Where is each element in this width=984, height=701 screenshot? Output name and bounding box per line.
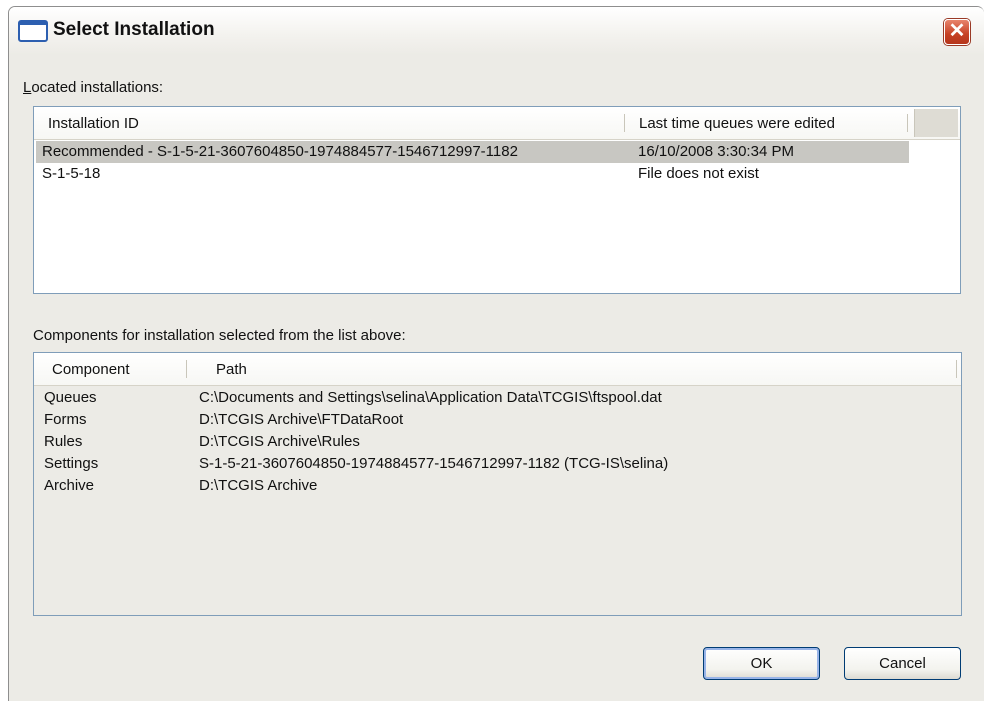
component-row[interactable]: Rules D:\TCGIS Archive\Rules [36,431,956,453]
component-row[interactable]: Forms D:\TCGIS Archive\FTDataRoot [36,409,956,431]
component-row[interactable]: Settings S-1-5-21-3607604850-1974884577-… [36,453,956,475]
component-name-cell: Forms [44,411,87,428]
installation-row[interactable]: S-1-5-18 File does not exist [36,163,909,185]
column-header-last-edited[interactable]: Last time queues were edited [625,107,907,139]
column-divider[interactable] [956,360,957,378]
header-filler [914,109,958,137]
column-header-component[interactable]: Component [34,353,186,385]
component-name-cell: Settings [44,455,99,472]
components-list-header: Component Path [34,353,961,386]
last-edited-cell: 16/10/2008 3:30:34 PM [638,143,794,160]
components-list[interactable]: Component Path Queues C:\Documents and S… [33,352,962,616]
installations-list[interactable]: Installation ID Last time queues were ed… [33,106,961,294]
installation-row[interactable]: Recommended - S-1-5-21-3607604850-197488… [36,141,909,163]
ok-button[interactable]: OK [703,647,820,680]
component-path-cell: C:\Documents and Settings\selina\Applica… [199,389,662,406]
column-header-path[interactable]: Path [187,353,947,385]
select-installation-dialog: Select Installation ✕ Located installati… [8,6,984,701]
column-divider[interactable] [907,114,908,132]
located-installations-label: Located installations: [23,79,163,96]
last-edited-cell: File does not exist [638,165,759,182]
window-icon [18,20,48,42]
component-name-cell: Rules [44,433,83,450]
title-bar[interactable]: Select Installation ✕ [9,7,984,55]
installation-id-cell: Recommended - S-1-5-21-3607604850-197488… [42,143,518,160]
cancel-button[interactable]: Cancel [844,647,961,680]
component-path-cell: D:\TCGIS Archive\FTDataRoot [199,411,404,428]
components-label: Components for installation selected fro… [33,327,406,344]
component-row[interactable]: Queues C:\Documents and Settings\selina\… [36,387,956,409]
column-header-installation-id[interactable]: Installation ID [34,107,624,139]
close-icon[interactable]: ✕ [944,19,970,45]
dialog-title: Select Installation [53,19,215,40]
component-path-cell: D:\TCGIS Archive\Rules [199,433,360,450]
installation-id-cell: S-1-5-18 [42,165,101,182]
component-row[interactable]: Archive D:\TCGIS Archive [36,475,956,497]
located-installations-label-text: ocated installations: [31,79,164,96]
component-name-cell: Queues [44,389,97,406]
component-name-cell: Archive [44,477,95,494]
component-path-cell: D:\TCGIS Archive [199,477,318,494]
component-path-cell: S-1-5-21-3607604850-1974884577-154671299… [199,455,669,472]
installations-list-header: Installation ID Last time queues were ed… [34,107,960,140]
